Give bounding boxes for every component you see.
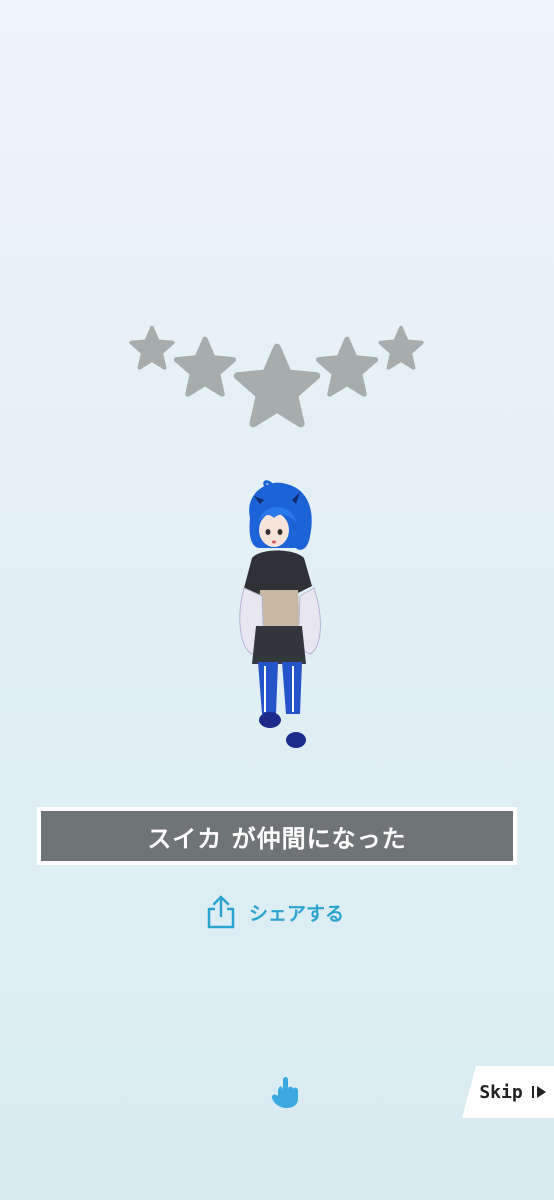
share-icon — [207, 895, 235, 929]
joined-banner: スイカ が仲間になった — [37, 807, 517, 865]
star-rating — [0, 0, 554, 440]
joined-banner-text: スイカ が仲間になった — [41, 811, 513, 861]
character-sprite — [239, 480, 321, 748]
star-icon — [315, 336, 379, 397]
skip-play-icon — [531, 1086, 546, 1098]
skip-button[interactable]: Skip — [462, 1066, 554, 1118]
skip-label: Skip — [479, 1081, 523, 1103]
tap-hand-icon — [271, 1077, 298, 1108]
star-icon — [129, 325, 175, 370]
share-label: シェアする — [249, 902, 345, 925]
star-icon — [173, 336, 237, 397]
share-button[interactable]: シェアする — [205, 892, 344, 932]
star-icon — [378, 325, 424, 370]
star-icon — [233, 343, 321, 428]
